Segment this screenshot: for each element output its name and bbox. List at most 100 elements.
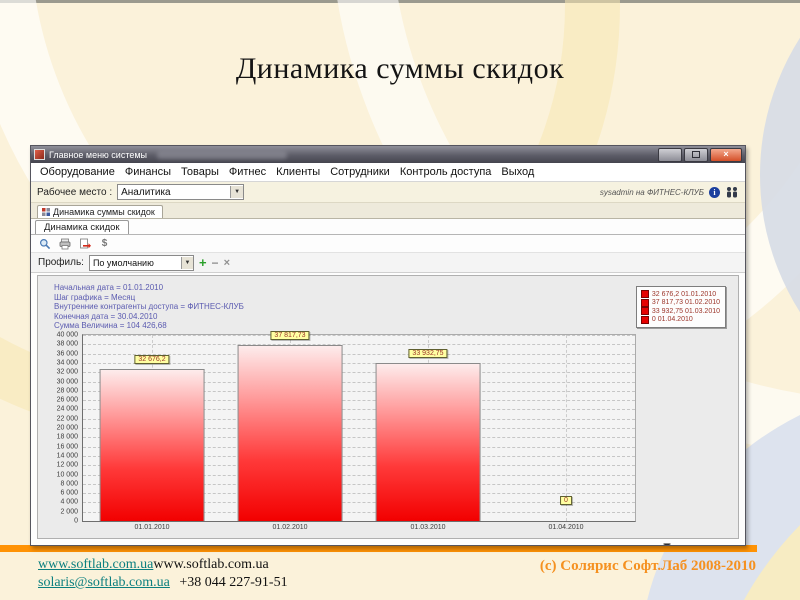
chart-panel: Начальная дата = 01.01.2010 Шаг графика =…	[37, 275, 739, 539]
y-axis-tick-label: 32 000	[56, 368, 78, 376]
value-tooltip: 37 817,73	[270, 331, 310, 341]
chart-legend: 32 676,2 01.01.2010 37 817,73 01.02.2010 3…	[635, 286, 726, 328]
app-window: Главное меню системы × Оборудование Финан…	[30, 145, 746, 546]
x-gridline	[566, 335, 567, 521]
profile-select[interactable]: По умолчанию ▼	[88, 254, 194, 271]
y-axis-tick-label: 34 000	[56, 359, 78, 367]
y-axis-tick-label: 40 000	[56, 331, 78, 339]
value-tooltip: 33 932,75	[408, 349, 448, 359]
tab-dynamics-discount-sum[interactable]: Динамика суммы скидок	[37, 205, 163, 218]
close-button[interactable]: ×	[710, 147, 742, 162]
workspace-label: Рабочее место :	[37, 186, 113, 198]
menu-item[interactable]: Выход	[496, 166, 539, 178]
legend-entry: 33 932,75 01.03.2010	[640, 307, 720, 316]
inner-tab-strip: Динамика скидок	[31, 219, 745, 235]
x-axis-tick-label: 01.02.2010	[272, 524, 308, 531]
legend-swatch	[640, 315, 649, 324]
menu-bar: Оборудование Финансы Товары Фитнес Клиенты Со…	[31, 163, 745, 182]
chevron-down-icon[interactable]: ▼	[230, 186, 244, 198]
x-axis-tick-label: 01.04.2010	[548, 524, 584, 531]
y-gridline	[83, 335, 635, 336]
y-axis-tick-label: 30 000	[56, 378, 78, 385]
top-edge-strip	[0, 0, 800, 3]
tab-dynamics-discount[interactable]: Динамика скидок	[35, 220, 129, 234]
window-titlebar[interactable]: Главное меню системы ×	[31, 146, 745, 545]
people-icon[interactable]	[725, 186, 739, 198]
currency-icon[interactable]: $	[98, 237, 111, 250]
chart-toolbar: $	[31, 235, 745, 252]
y-axis-tick-label: 12 000	[56, 461, 78, 469]
legend-label: 33 932,75 01.03.2010	[651, 307, 720, 315]
export-icon[interactable]	[78, 237, 91, 250]
legend-swatch	[640, 307, 649, 316]
user-status: sysadmin на ФИТНЕС-КЛУБ i	[600, 186, 739, 198]
workspace-value: Аналитика	[121, 186, 171, 198]
chart-info-line: Конечная дата = 30.04.2010	[54, 311, 158, 321]
y-axis-tick-label: 16 000	[56, 443, 78, 451]
website-link[interactable]: www.softlab.com.ua	[38, 557, 153, 572]
value-tooltip: 32 676,2	[134, 355, 170, 365]
website-text: www.softlab.com.ua	[153, 557, 269, 572]
value-tooltip: 0	[560, 496, 572, 505]
maximize-icon	[692, 151, 700, 158]
workspace-row: Рабочее место : Аналитика ▼ sysadmin на …	[31, 182, 745, 203]
chart-info-line: Сумма Величина = 104 426,68	[54, 321, 167, 330]
chart-bar[interactable]	[99, 369, 205, 521]
y-axis-tick-label: 38 000	[56, 340, 78, 348]
y-gridline	[83, 344, 635, 346]
chart-info-line: Внутренние контрагенты доступа = ФИТНЕС-…	[54, 302, 244, 311]
chart-info-line: Шаг графика = Месяц	[54, 292, 136, 302]
legend-label: 0 01.04.2010	[651, 316, 693, 324]
menu-item[interactable]: Финансы	[120, 166, 176, 178]
chart-plot-area: 40 000 38 000 36 000 34 000 32 000 30 000 28 0…	[57, 331, 636, 531]
legend-entry: 32 676,2 01.01.2010	[640, 290, 720, 299]
chart-bar[interactable]	[237, 345, 343, 521]
y-axis-tick-label: 36 000	[56, 350, 78, 358]
slide-title: Динамика суммы скидок	[235, 52, 565, 85]
legend-entry: 37 817,73 01.02.2010	[640, 298, 720, 308]
minimize-button[interactable]	[658, 147, 682, 545]
y-axis-tick-label: 14 000	[56, 452, 78, 460]
menu-item[interactable]: Сотрудники	[325, 166, 395, 178]
outer-tab-strip: Динамика суммы скидок	[31, 203, 745, 219]
legend-label: 32 676,2 01.01.2010	[651, 290, 717, 298]
legend-swatch	[640, 298, 649, 307]
x-axis-tick-label: 01.01.2010	[134, 524, 170, 531]
copyright-text: (с) Солярис Софт.Лаб 2008-2010	[539, 558, 756, 574]
footer-divider-bar	[0, 545, 757, 552]
menu-item[interactable]: Клиенты	[271, 166, 325, 178]
y-axis-tick-label: 0	[74, 517, 78, 525]
footer-links: www.softlab.com.uawww.softlab.com.ua sol…	[38, 556, 288, 592]
chevron-down-icon[interactable]: ▼	[180, 256, 193, 269]
legend-label: 37 817,73 01.02.2010	[651, 299, 720, 307]
menu-item[interactable]: Фитнес	[224, 166, 271, 178]
workspace-select[interactable]: Аналитика ▼	[117, 184, 245, 200]
window-content: Динамика скидок $ Профиль: По умолчанию	[31, 219, 745, 545]
maximize-button[interactable]	[684, 147, 708, 162]
y-axis-tick-label: 20 000	[56, 424, 78, 432]
menu-item[interactable]: Оборудование	[35, 166, 120, 178]
profile-label: Профиль:	[38, 257, 84, 268]
y-axis-tick-label: 6 000	[60, 489, 78, 497]
close-profile-icon[interactable]: ×	[224, 257, 230, 268]
chart-info-block: Начальная дата = 01.01.2010 Шаг графика =…	[54, 283, 244, 331]
app-icon	[34, 149, 45, 160]
tab-label: Динамика суммы скидок	[53, 207, 155, 217]
profile-row: Профиль: По умолчанию ▼ + − ×	[31, 252, 745, 273]
print-icon[interactable]	[58, 237, 71, 250]
menu-item[interactable]: Контроль доступа	[395, 166, 497, 178]
y-axis-tick-label: 2 000	[60, 508, 78, 516]
y-axis-tick-label: 18 000	[56, 433, 78, 441]
chart-bar[interactable]	[375, 363, 481, 521]
menu-item[interactable]: Товары	[176, 166, 224, 178]
blurred-text	[157, 150, 288, 159]
email-link[interactable]: solaris@softlab.com.ua	[38, 575, 170, 590]
zoom-search-icon[interactable]	[38, 237, 51, 250]
remove-profile-icon[interactable]: −	[212, 257, 219, 269]
info-icon[interactable]: i	[709, 186, 720, 198]
x-axis-tick-label: 01.03.2010	[410, 524, 446, 531]
profile-value: По умолчанию	[92, 257, 154, 268]
phone-number: +38 044 227-91-51	[179, 575, 288, 590]
y-axis-tick-label: 28 000	[56, 387, 78, 395]
add-profile-icon[interactable]: +	[199, 256, 207, 269]
